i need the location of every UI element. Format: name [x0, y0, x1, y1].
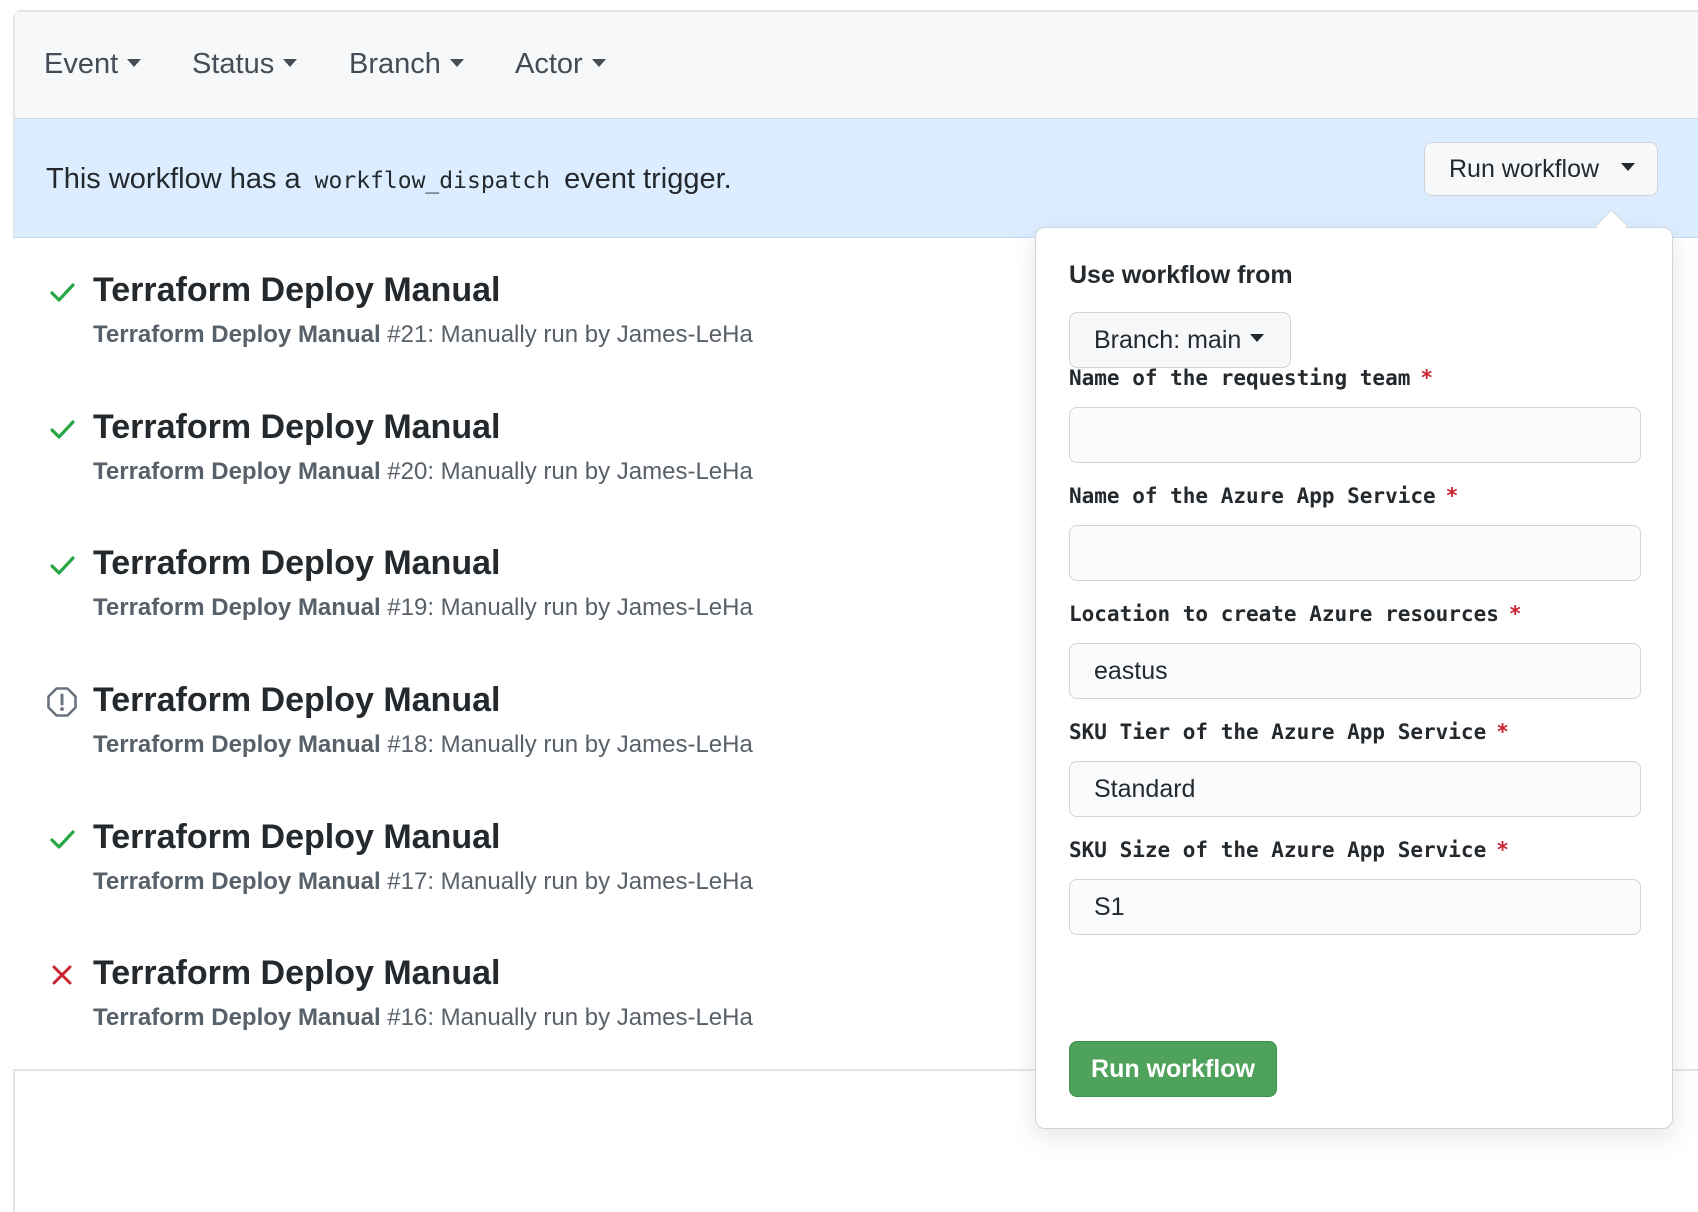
sku-tier-input[interactable]: [1069, 761, 1641, 817]
banner-code: workflow_dispatch: [314, 168, 551, 194]
run-title[interactable]: Terraform Deploy Manual: [93, 544, 500, 583]
app-service-name-input[interactable]: [1069, 525, 1641, 581]
sku-size-input[interactable]: [1069, 879, 1641, 935]
run-title[interactable]: Terraform Deploy Manual: [93, 271, 500, 310]
location-input[interactable]: [1069, 643, 1641, 699]
check-icon: [46, 276, 78, 308]
required-marker: *: [1420, 366, 1434, 390]
filter-branch[interactable]: Branch: [349, 48, 464, 81]
run-workflow-popover: Use workflow from Branch: main Name of t…: [1035, 227, 1673, 1129]
run-subtitle: Terraform Deploy Manual #17: Manually ru…: [93, 868, 753, 896]
check-icon: [46, 549, 78, 581]
field-label-team: Name of the requesting team *: [1069, 366, 1434, 390]
caret-down-icon: [1250, 334, 1265, 342]
banner-suffix: event trigger.: [564, 163, 732, 195]
run-subtitle: Terraform Deploy Manual #21: Manually ru…: [93, 321, 753, 349]
branch-select-button[interactable]: Branch: main: [1069, 312, 1291, 368]
run-workflow-name: Terraform Deploy Manual: [93, 868, 381, 895]
run-detail: #21: Manually run by James-LeHa: [387, 321, 753, 348]
check-icon: [46, 413, 78, 445]
field-label-sku-size: SKU Size of the Azure App Service *: [1069, 838, 1509, 862]
field-label-app-service: Name of the Azure App Service *: [1069, 484, 1459, 508]
banner-text: This workflow has a workflow_dispatch even…: [46, 163, 732, 196]
run-subtitle: Terraform Deploy Manual #19: Manually ru…: [93, 594, 753, 622]
required-marker: *: [1508, 602, 1522, 626]
field-label-sku-tier: SKU Tier of the Azure App Service *: [1069, 720, 1509, 744]
stop-icon: [46, 686, 78, 718]
popover-heading: Use workflow from: [1069, 261, 1293, 289]
run-title[interactable]: Terraform Deploy Manual: [93, 681, 500, 720]
filter-event[interactable]: Event: [44, 48, 142, 81]
run-subtitle: Terraform Deploy Manual #16: Manually ru…: [93, 1004, 753, 1032]
caret-down-icon: [283, 59, 298, 68]
run-title[interactable]: Terraform Deploy Manual: [93, 408, 500, 447]
run-detail: #18: Manually run by James-LeHa: [387, 731, 753, 758]
run-workflow-name: Terraform Deploy Manual: [93, 731, 381, 758]
run-subtitle: Terraform Deploy Manual #20: Manually ru…: [93, 458, 753, 486]
caret-down-icon: [591, 59, 606, 68]
caret-down-icon: [449, 59, 464, 68]
run-workflow-submit-button[interactable]: Run workflow: [1069, 1041, 1277, 1097]
field-label-location: Location to create Azure resources *: [1069, 602, 1522, 626]
filter-bar: Event Status Branch Actor: [15, 12, 1698, 119]
run-title[interactable]: Terraform Deploy Manual: [93, 954, 500, 993]
run-workflow-name: Terraform Deploy Manual: [93, 321, 381, 348]
run-workflow-label: Run workflow: [1449, 154, 1600, 183]
run-workflow-name: Terraform Deploy Manual: [93, 594, 381, 621]
branch-label: Branch: main: [1094, 325, 1242, 354]
team-name-input[interactable]: [1069, 407, 1641, 463]
x-icon: [46, 959, 78, 991]
caret-down-icon: [127, 59, 142, 68]
run-workflow-name: Terraform Deploy Manual: [93, 458, 381, 485]
caret-down-icon: [1621, 163, 1636, 171]
filter-label: Branch: [349, 48, 441, 80]
filter-actor[interactable]: Actor: [515, 48, 606, 81]
run-detail: #16: Manually run by James-LeHa: [387, 1004, 753, 1031]
required-marker: *: [1496, 720, 1509, 744]
check-icon: [46, 823, 78, 855]
filter-status[interactable]: Status: [192, 48, 298, 81]
run-detail: #20: Manually run by James-LeHa: [387, 458, 753, 485]
required-marker: *: [1496, 838, 1509, 862]
run-title[interactable]: Terraform Deploy Manual: [93, 818, 500, 857]
banner-prefix: This workflow has a: [46, 163, 301, 195]
required-marker: *: [1445, 484, 1459, 508]
run-workflow-name: Terraform Deploy Manual: [93, 1004, 381, 1031]
filter-label: Event: [44, 48, 119, 80]
filter-label: Actor: [515, 48, 583, 80]
run-subtitle: Terraform Deploy Manual #18: Manually ru…: [93, 731, 753, 759]
run-workflow-dropdown-button[interactable]: Run workflow: [1424, 142, 1658, 196]
filter-label: Status: [192, 48, 275, 80]
run-detail: #17: Manually run by James-LeHa: [387, 868, 753, 895]
run-detail: #19: Manually run by James-LeHa: [387, 594, 753, 621]
